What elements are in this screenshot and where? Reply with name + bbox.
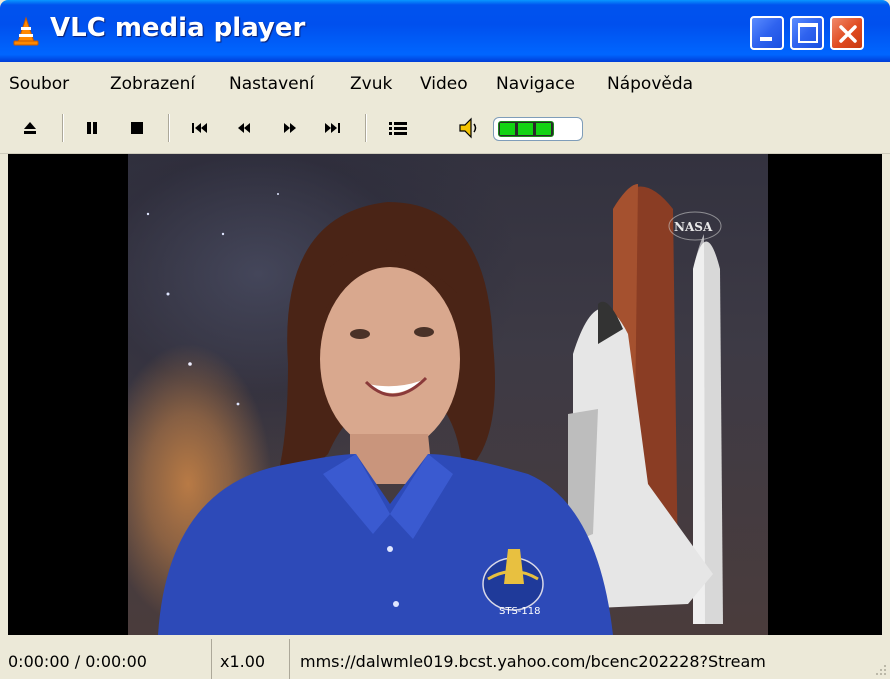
- toolbar-separator: [365, 114, 367, 142]
- fast-forward-icon: [284, 123, 296, 133]
- vlc-cone-icon: [13, 16, 39, 46]
- playback-speed: x1.00: [220, 652, 266, 671]
- eject-icon: [24, 122, 36, 134]
- toolbar-separator: [62, 114, 64, 142]
- time-readout: 0:00:00 / 0:00:00: [8, 652, 147, 671]
- menu-zvuk[interactable]: Zvuk: [350, 74, 392, 94]
- menu-soubor[interactable]: Soubor: [9, 74, 69, 94]
- previous-icon: [192, 123, 207, 133]
- playlist-icon: [389, 122, 407, 135]
- resize-grip-icon[interactable]: [873, 662, 887, 676]
- speaker-icon: [459, 117, 477, 139]
- status-bar: 0:00:00 / 0:00:00 x1.00 mms://dalwmle019…: [0, 639, 890, 679]
- video-area[interactable]: STS-118 NASA: [8, 154, 882, 635]
- volume-level: [498, 121, 554, 137]
- maximize-icon: [798, 23, 818, 43]
- menu-nastaveni[interactable]: Nastavení: [229, 74, 314, 94]
- video-content: STS-118 NASA: [146, 184, 723, 635]
- patch-label: STS-118: [499, 606, 541, 617]
- eject-button[interactable]: [16, 114, 44, 142]
- mute-button[interactable]: [455, 114, 483, 142]
- volume-slider[interactable]: [493, 117, 583, 141]
- minimize-icon: [760, 37, 772, 41]
- menu-napoveda[interactable]: Nápověda: [607, 74, 693, 94]
- pause-button[interactable]: [78, 114, 106, 142]
- nasa-logo: NASA: [674, 220, 713, 234]
- window-title: VLC media player: [50, 13, 306, 43]
- menu-video[interactable]: Video: [420, 74, 468, 94]
- previous-button[interactable]: [186, 114, 214, 142]
- status-url-cell: mms://dalwmle019.bcst.yahoo.com/bcenc202…: [290, 639, 860, 679]
- video-frame: STS-118 NASA: [128, 154, 768, 635]
- rewind-icon: [238, 123, 250, 133]
- menu-bar: Soubor Zobrazení Nastavení Zvuk Video Na…: [0, 62, 890, 102]
- title-bar[interactable]: VLC media player: [0, 0, 890, 62]
- maximize-button[interactable]: [790, 16, 824, 50]
- stop-icon: [131, 122, 143, 134]
- status-time-cell: 0:00:00 / 0:00:00: [0, 639, 212, 679]
- next-button[interactable]: [318, 114, 346, 142]
- playlist-button[interactable]: [384, 114, 412, 142]
- stop-button[interactable]: [123, 114, 151, 142]
- close-button[interactable]: [830, 16, 864, 50]
- status-speed-cell: x1.00: [212, 639, 290, 679]
- rewind-button[interactable]: [230, 114, 258, 142]
- stream-url: mms://dalwmle019.bcst.yahoo.com/bcenc202…: [300, 652, 766, 671]
- next-icon: [325, 123, 340, 133]
- toolbar: [0, 102, 890, 154]
- pause-icon: [87, 122, 97, 134]
- minimize-button[interactable]: [750, 16, 784, 50]
- fast-forward-button[interactable]: [276, 114, 304, 142]
- vlc-window: VLC media player Soubor Zobrazení Nastav…: [0, 0, 890, 679]
- close-icon: [839, 25, 857, 43]
- menu-navigace[interactable]: Navigace: [496, 74, 575, 94]
- menu-zobrazeni[interactable]: Zobrazení: [110, 74, 195, 94]
- toolbar-separator: [168, 114, 170, 142]
